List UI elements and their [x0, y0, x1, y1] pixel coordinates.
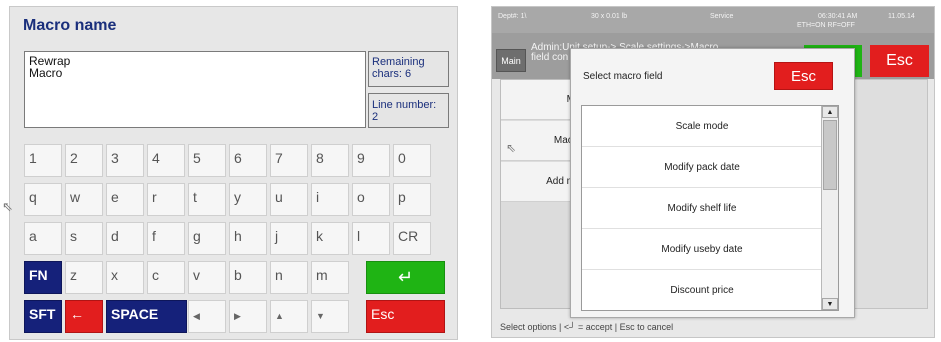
key-2[interactable]: 2 — [65, 144, 103, 177]
left-arrow-key[interactable]: ◀ — [188, 300, 226, 333]
dept-number: Dept#: 1\ — [498, 13, 527, 20]
key-z[interactable]: z — [65, 261, 103, 294]
weight-readout: 30 x 0.01 lb — [591, 13, 628, 20]
key-6[interactable]: 6 — [229, 144, 267, 177]
key-y[interactable]: y — [229, 183, 267, 216]
macro-name-panel: Macro name Rewrap Macro Remaining chars:… — [9, 6, 458, 340]
macro-field-screen: Dept#: 1\ 30 x 0.01 lb Service 06:30:41 … — [491, 6, 935, 338]
main-button[interactable]: Main — [496, 49, 526, 72]
key-h[interactable]: h — [229, 222, 267, 255]
space-key[interactable]: SPACE — [106, 300, 187, 333]
backspace-arrow-icon: ← — [70, 306, 84, 322]
remaining-chars-indicator: Remaining chars: 6 — [368, 51, 449, 87]
key-x[interactable]: x — [106, 261, 144, 294]
network-status: ETH=ON RF=OFF — [797, 22, 855, 29]
key-d[interactable]: d — [106, 222, 144, 255]
line-number-indicator: Line number: 2 — [368, 93, 449, 128]
mouse-cursor-icon: ⇖ — [506, 141, 517, 155]
scrollbar[interactable]: ▲ ▼ — [821, 106, 838, 310]
key-k[interactable]: k — [311, 222, 349, 255]
key-9[interactable]: 9 — [352, 144, 390, 177]
instruction-hint: Select options | <┘ = accept | Esc to ca… — [500, 322, 674, 332]
right-arrow-key[interactable]: ▶ — [229, 300, 267, 333]
scroll-up-icon[interactable]: ▲ — [822, 106, 838, 118]
macro-field-list: Scale mode Modify pack date Modify shelf… — [581, 105, 839, 311]
backspace-key[interactable]: ← — [65, 300, 103, 333]
key-g[interactable]: g — [188, 222, 226, 255]
key-cr[interactable]: CR — [393, 222, 431, 255]
key-n[interactable]: n — [270, 261, 308, 294]
list-item[interactable]: Modify pack date — [582, 147, 822, 188]
key-1[interactable]: 1 — [24, 144, 62, 177]
time-label: 06:30:41 AM — [818, 13, 858, 20]
down-arrow-icon: ▼ — [316, 311, 325, 321]
list-item[interactable]: Scale mode — [582, 106, 822, 147]
text-line: Macro — [29, 66, 63, 80]
key-fn[interactable]: FN — [24, 261, 62, 294]
right-arrow-icon: ▶ — [234, 311, 241, 321]
background-panel — [852, 79, 928, 309]
key-e[interactable]: e — [106, 183, 144, 216]
background-menu: M Maci Add m — [500, 79, 580, 309]
panel-title: Macro name — [23, 17, 117, 34]
key-u[interactable]: u — [270, 183, 308, 216]
key-m[interactable]: m — [311, 261, 349, 294]
key-w[interactable]: w — [65, 183, 103, 216]
scroll-thumb[interactable] — [823, 120, 837, 190]
macro-name-textarea[interactable]: Rewrap Macro — [24, 51, 366, 128]
key-s[interactable]: s — [65, 222, 103, 255]
key-3[interactable]: 3 — [106, 144, 144, 177]
esc-button[interactable]: Esc — [870, 45, 929, 77]
list-item[interactable]: Modify shelf life — [582, 188, 822, 229]
enter-key[interactable]: ↵ — [366, 261, 445, 294]
mode-label: Service — [710, 13, 734, 20]
left-arrow-icon: ◀ — [193, 311, 200, 321]
scroll-down-icon[interactable]: ▼ — [822, 298, 838, 310]
esc-key[interactable]: Esc — [366, 300, 445, 333]
key-l[interactable]: l — [352, 222, 390, 255]
up-arrow-icon: ▲ — [275, 311, 284, 321]
key-0[interactable]: 0 — [393, 144, 431, 177]
key-shift[interactable]: SFT — [24, 300, 62, 333]
key-i[interactable]: i — [311, 183, 349, 216]
dialog-esc-button[interactable]: Esc — [774, 62, 833, 90]
list-item[interactable]: Discount price — [582, 270, 822, 311]
dialog-title: Select macro field — [583, 71, 663, 82]
status-bar: Dept#: 1\ 30 x 0.01 lb Service 06:30:41 … — [492, 7, 934, 33]
up-arrow-key[interactable]: ▲ — [270, 300, 308, 333]
key-8[interactable]: 8 — [311, 144, 349, 177]
key-4[interactable]: 4 — [147, 144, 185, 177]
key-c[interactable]: c — [147, 261, 185, 294]
enter-icon: ↵ — [397, 267, 414, 287]
date-label: 11.05.14 — [888, 13, 915, 20]
select-macro-field-dialog: Select macro field Esc Scale mode Modify… — [570, 48, 855, 318]
down-arrow-key[interactable]: ▼ — [311, 300, 349, 333]
key-f[interactable]: f — [147, 222, 185, 255]
background-menu-item[interactable]: M — [501, 80, 579, 120]
key-r[interactable]: r — [147, 183, 185, 216]
text-line: Rewrap — [29, 54, 71, 68]
key-q[interactable]: q — [24, 183, 62, 216]
mouse-cursor-icon: ⇖ — [2, 199, 13, 214]
key-v[interactable]: v — [188, 261, 226, 294]
key-o[interactable]: o — [352, 183, 390, 216]
key-b[interactable]: b — [229, 261, 267, 294]
list-item[interactable]: Modify useby date — [582, 229, 822, 270]
key-p[interactable]: p — [393, 183, 431, 216]
key-a[interactable]: a — [24, 222, 62, 255]
key-5[interactable]: 5 — [188, 144, 226, 177]
key-7[interactable]: 7 — [270, 144, 308, 177]
key-j[interactable]: j — [270, 222, 308, 255]
key-t[interactable]: t — [188, 183, 226, 216]
background-menu-item[interactable]: Add m — [501, 162, 579, 202]
